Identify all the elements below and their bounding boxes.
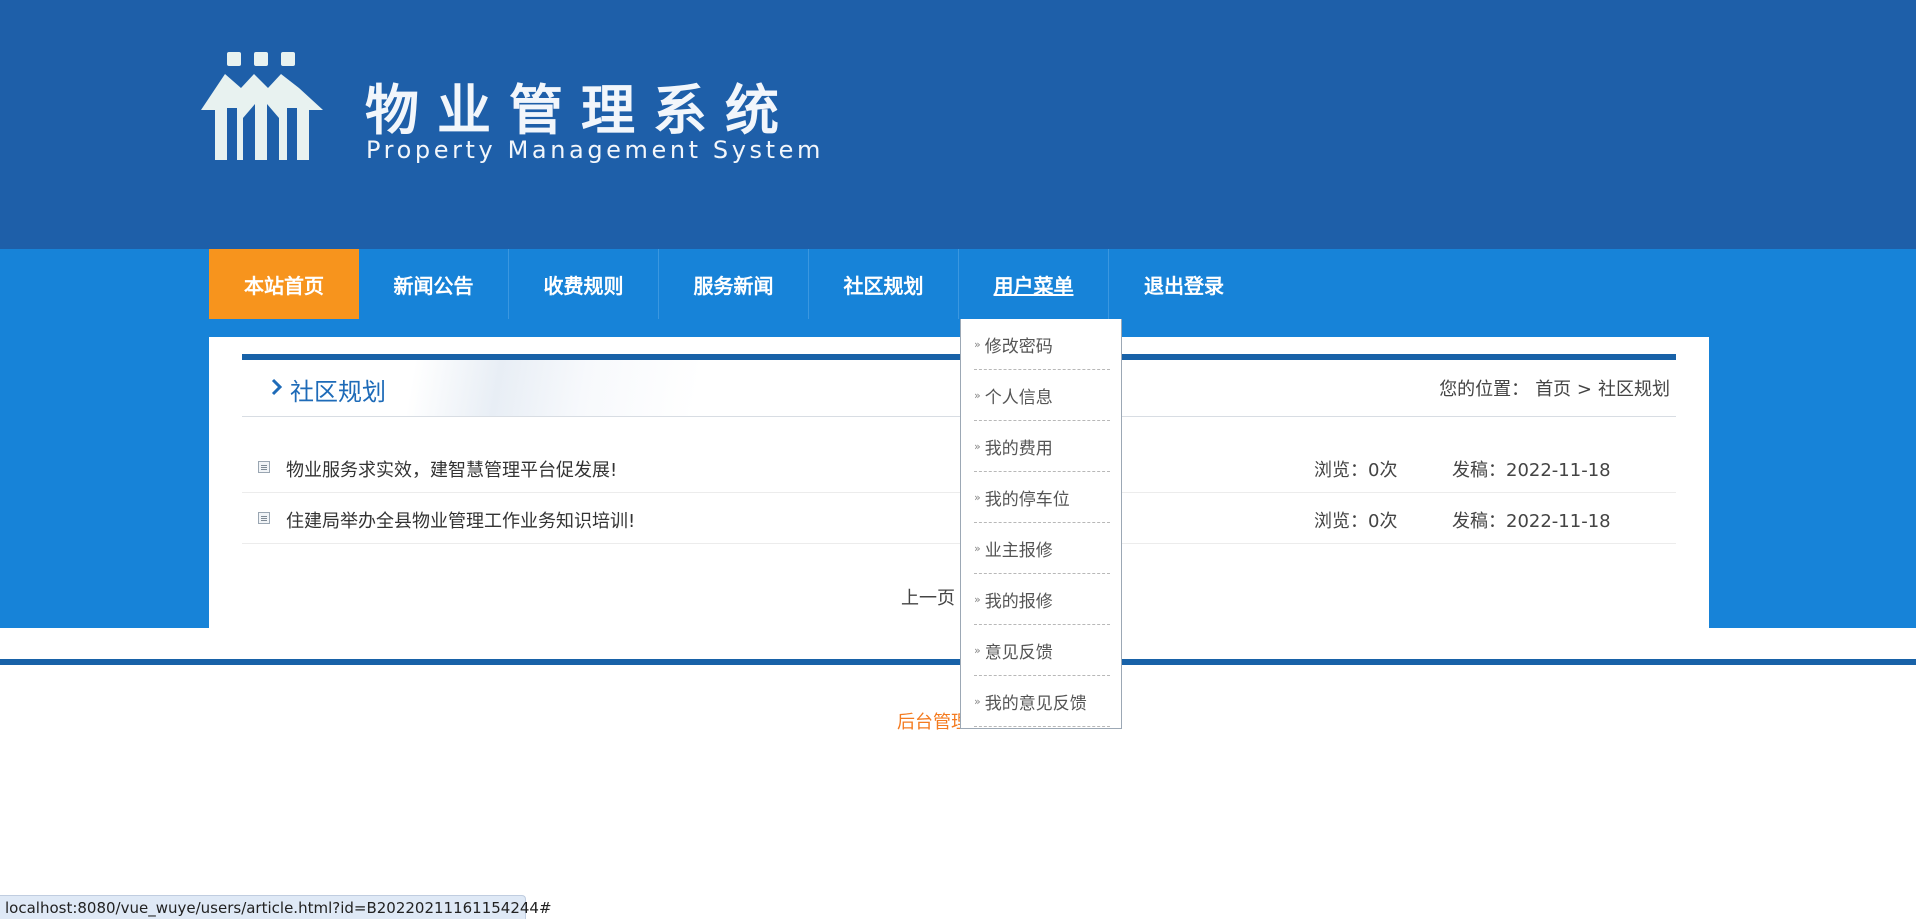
menu-item-label: 我的停车位 xyxy=(984,489,1070,510)
pager-prev-link[interactable]: 上一页 xyxy=(901,584,955,610)
menu-item-label: 个人信息 xyxy=(984,387,1053,408)
double-chevron-icon: » xyxy=(974,439,981,453)
double-chevron-icon: » xyxy=(974,388,981,402)
double-chevron-icon: » xyxy=(974,490,981,504)
menu-item-change-password[interactable]: » 修改密码 xyxy=(974,319,1110,370)
menu-item-my-parking[interactable]: » 我的停车位 xyxy=(974,472,1110,523)
article-date: 发稿：2022-11-18 xyxy=(1452,460,1611,481)
footer-divider xyxy=(0,659,1916,665)
nav-item-label: 退出登录 xyxy=(1144,273,1224,298)
menu-item-my-feedback[interactable]: » 我的意见反馈 xyxy=(974,676,1110,727)
site-title: 物业管理系统 xyxy=(365,79,797,142)
menu-item-feedback[interactable]: » 意见反馈 xyxy=(974,625,1110,676)
double-chevron-icon: » xyxy=(974,337,981,351)
article-title-link[interactable]: 物业服务求实效，建智慧管理平台促发展! xyxy=(286,456,617,482)
nav-item-label: 社区规划 xyxy=(843,273,924,298)
double-chevron-icon: » xyxy=(974,694,981,708)
site-header: 物业管理系统 Property Management System xyxy=(0,0,1916,249)
menu-item-owner-repair[interactable]: » 业主报修 xyxy=(974,523,1110,574)
article-views: 浏览：0次 xyxy=(1314,511,1398,532)
nav-item-label: 本站首页 xyxy=(244,273,324,298)
article-row: 住建局举办全县物业管理工作业务知识培训! 浏览：0次 发稿：2022-11-18 xyxy=(242,493,1676,544)
breadcrumb: 您的位置： 首页 > 社区规划 xyxy=(1439,375,1676,401)
document-icon xyxy=(258,461,270,473)
nav-item-user-menu[interactable]: 用户菜单 xyxy=(959,249,1109,319)
menu-item-my-repairs[interactable]: » 我的报修 xyxy=(974,574,1110,625)
menu-item-profile[interactable]: » 个人信息 xyxy=(974,370,1110,421)
article-date: 发稿：2022-11-18 xyxy=(1452,511,1611,532)
nav-item-label: 新闻公告 xyxy=(393,273,474,298)
nav-item-label: 服务新闻 xyxy=(693,273,774,298)
menu-item-my-fees[interactable]: » 我的费用 xyxy=(974,421,1110,472)
chevron-right-icon xyxy=(271,378,283,396)
article-row: 物业服务求实效，建智慧管理平台促发展! 浏览：0次 发稿：2022-11-18 xyxy=(242,442,1676,493)
site-subtitle: Property Management System xyxy=(366,136,825,164)
nav-item-label: 收费规则 xyxy=(543,273,624,298)
menu-item-label: 我的费用 xyxy=(984,438,1053,459)
nav-item-community-plan[interactable]: 社区规划 xyxy=(809,249,959,319)
house-people-icon xyxy=(201,52,323,160)
nav-item-service-news[interactable]: 服务新闻 xyxy=(659,249,809,319)
document-icon xyxy=(258,512,270,524)
breadcrumb-home-link[interactable]: 首页 > xyxy=(1535,379,1592,400)
admin-link[interactable]: 后台管理 xyxy=(897,708,969,734)
status-bar-url: localhost:8080/vue_wuye/users/article.ht… xyxy=(0,895,552,919)
menu-item-label: 修改密码 xyxy=(984,336,1053,357)
double-chevron-icon: » xyxy=(974,643,981,657)
nav-item-home[interactable]: 本站首页 xyxy=(209,249,359,319)
breadcrumb-prefix: 您的位置： xyxy=(1439,379,1530,400)
menu-item-label: 我的意见反馈 xyxy=(984,693,1087,714)
nav-item-news[interactable]: 新闻公告 xyxy=(359,249,509,319)
menu-item-label: 业主报修 xyxy=(984,540,1053,561)
article-title-link[interactable]: 住建局举办全县物业管理工作业务知识培训! xyxy=(286,507,635,533)
breadcrumb-current: 社区规划 xyxy=(1598,379,1670,400)
section-title: 社区规划 xyxy=(290,378,386,406)
article-views: 浏览：0次 xyxy=(1314,460,1398,481)
double-chevron-icon: » xyxy=(974,592,981,606)
menu-item-label: 意见反馈 xyxy=(984,642,1053,663)
nav-item-fee-rules[interactable]: 收费规则 xyxy=(509,249,659,319)
nav-item-label: 用户菜单 xyxy=(993,273,1074,298)
user-menu-dropdown: » 修改密码 » 个人信息 » 我的费用 » 我的停车位 » 业主报修 » 我的报修 » 意见… xyxy=(960,319,1122,729)
nav-item-logout[interactable]: 退出登录 xyxy=(1109,249,1259,319)
double-chevron-icon: » xyxy=(974,541,981,555)
main-nav: 本站首页 新闻公告 收费规则 服务新闻 社区规划 用户菜单 退出登录 xyxy=(209,249,1259,319)
menu-item-label: 我的报修 xyxy=(984,591,1053,612)
